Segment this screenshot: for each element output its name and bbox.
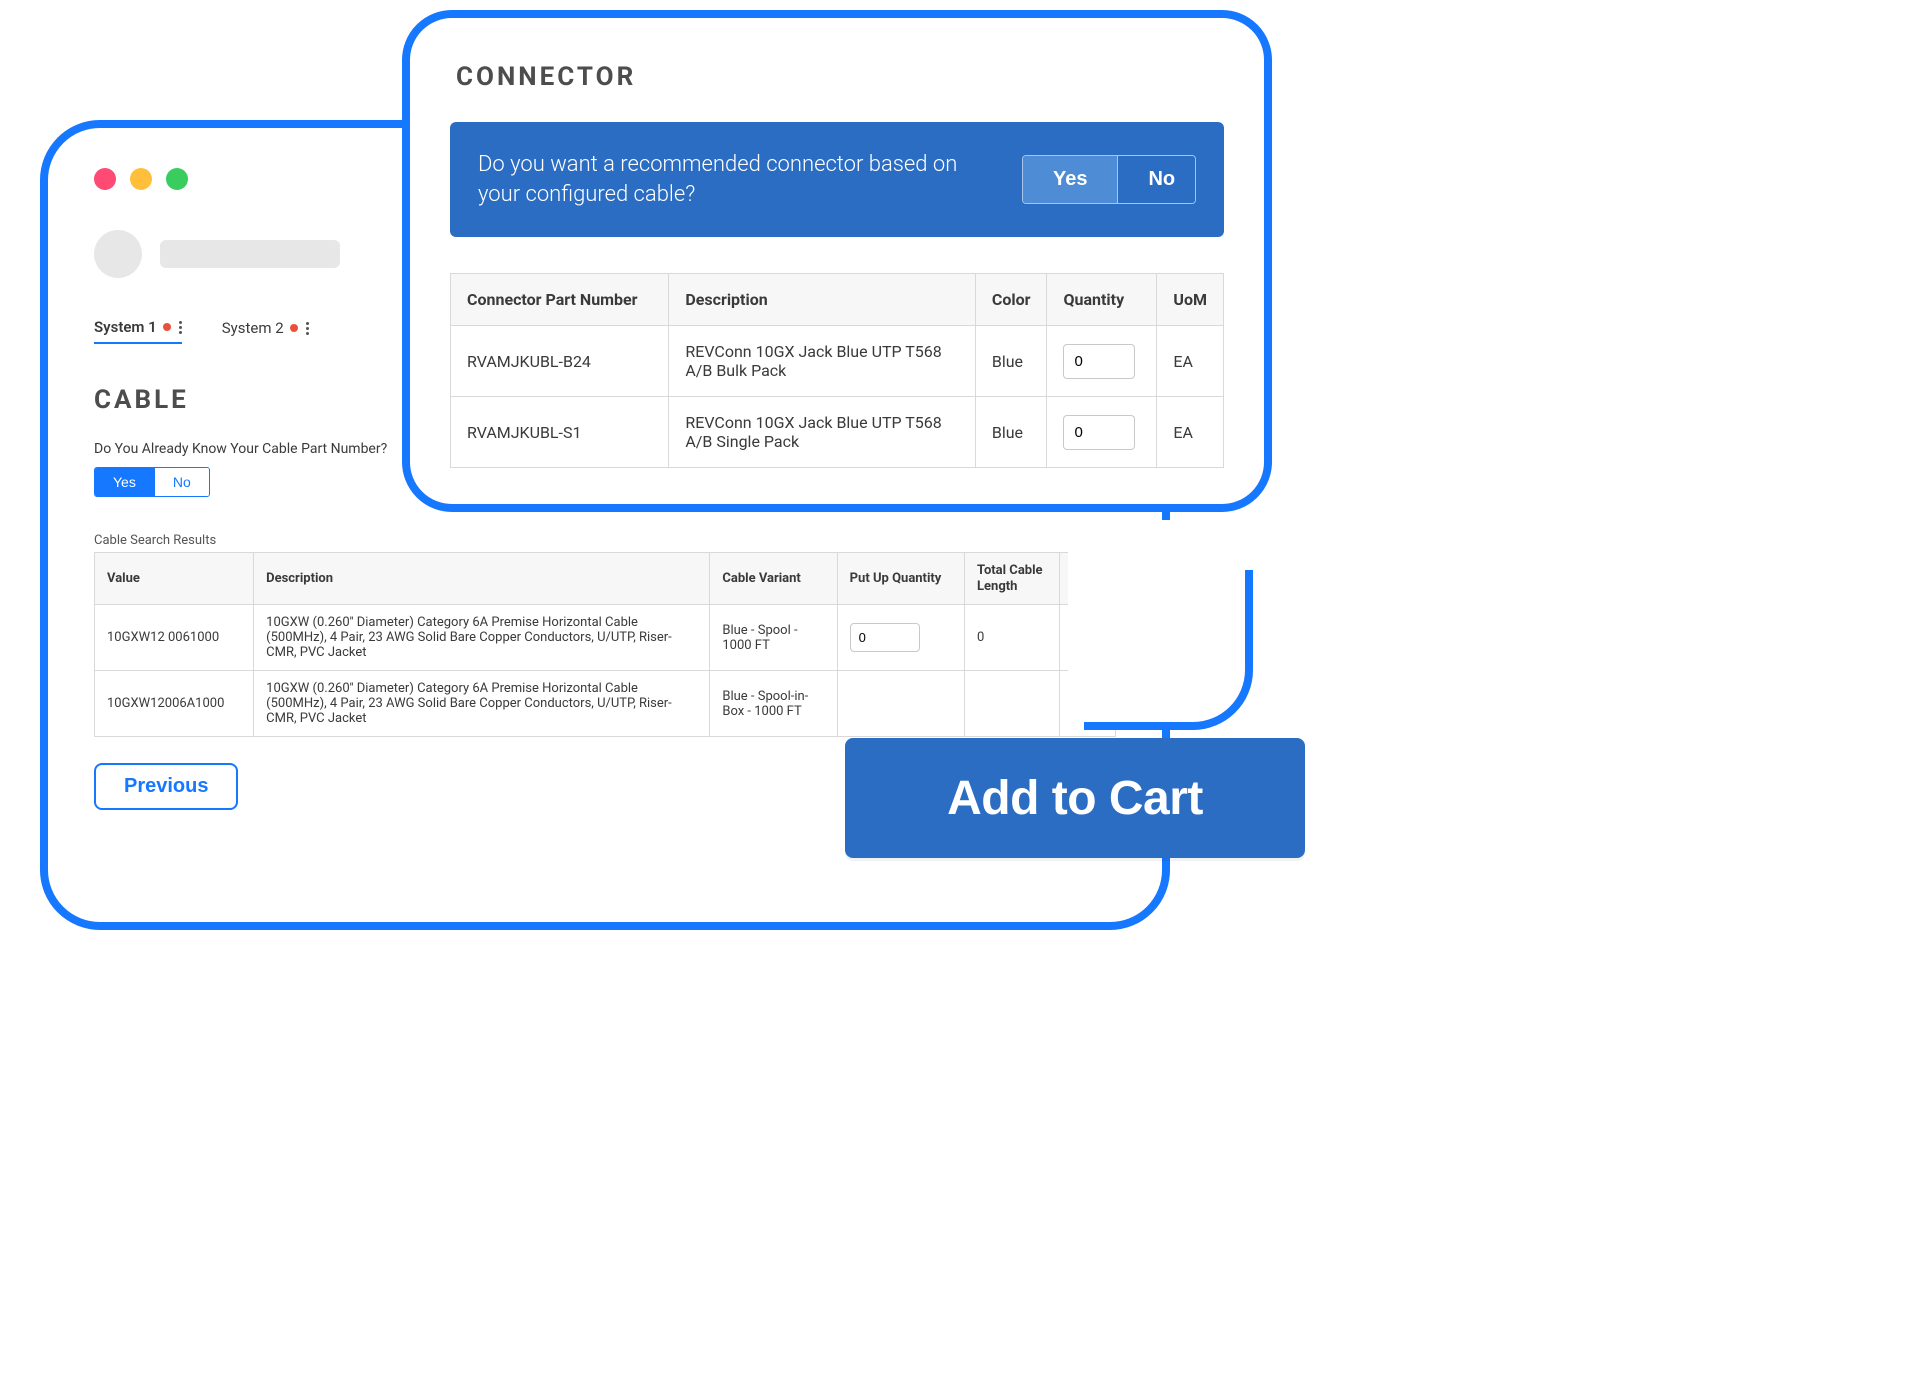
tab-system-1[interactable]: System 1	[94, 318, 182, 344]
close-window-icon[interactable]	[94, 168, 116, 190]
connector-section-heading: CONNECTOR	[456, 62, 1224, 92]
col-putup-qty: Put Up Quantity	[837, 553, 964, 605]
table-row: RVAMJKUBL-B24 REVConn 10GX Jack Blue UTP…	[451, 326, 1224, 397]
add-to-cart-button[interactable]: Add to Cart	[845, 738, 1305, 858]
table-row: RVAMJKUBL-S1 REVConn 10GX Jack Blue UTP …	[451, 397, 1224, 468]
cell-quantity	[1047, 397, 1157, 468]
cell-description: REVConn 10GX Jack Blue UTP T568 A/B Sing…	[669, 397, 976, 468]
tab-system-2[interactable]: System 2	[222, 318, 309, 344]
tab-label: System 2	[222, 319, 284, 337]
col-description: Description	[669, 274, 976, 326]
connector-panel: CONNECTOR Do you want a recommended conn…	[402, 10, 1272, 512]
previous-button[interactable]: Previous	[94, 763, 238, 810]
quantity-input[interactable]	[1063, 415, 1135, 450]
col-uom: UoM	[1157, 274, 1224, 326]
cell-description: 10GXW (0.260'' Diameter) Category 6A Pre…	[254, 605, 710, 671]
yes-button[interactable]: Yes	[95, 468, 154, 496]
table-row: 10GXW12 0061000 10GXW (0.260'' Diameter)…	[95, 605, 1116, 671]
cell-quantity	[1047, 326, 1157, 397]
table-row: 10GXW12006A1000 10GXW (0.260'' Diameter)…	[95, 671, 1116, 737]
yes-button[interactable]: Yes	[1023, 156, 1117, 203]
cell-value: 10GXW12 0061000	[95, 605, 254, 671]
kebab-menu-icon[interactable]	[306, 322, 309, 335]
kebab-menu-icon[interactable]	[179, 321, 182, 334]
col-value: Value	[95, 553, 254, 605]
recommend-connector-question: Do you want a recommended connector base…	[478, 150, 998, 209]
no-button[interactable]: No	[154, 468, 209, 496]
maximize-window-icon[interactable]	[166, 168, 188, 190]
cell-part: RVAMJKUBL-S1	[451, 397, 669, 468]
connector-results-table: Connector Part Number Description Color …	[450, 273, 1224, 468]
cell-color: Blue	[975, 326, 1047, 397]
recommend-connector-toggle: Yes No	[1022, 155, 1196, 204]
cell-color: Blue	[975, 397, 1047, 468]
title-placeholder	[160, 240, 340, 268]
cell-variant: Blue - Spool - 1000 FT	[710, 605, 837, 671]
cell-description: 10GXW (0.260'' Diameter) Category 6A Pre…	[254, 671, 710, 737]
minimize-window-icon[interactable]	[130, 168, 152, 190]
tab-label: System 1	[94, 318, 157, 336]
cell-putup-qty	[837, 605, 964, 671]
no-button[interactable]: No	[1117, 156, 1196, 203]
recommend-connector-banner: Do you want a recommended connector base…	[450, 122, 1224, 237]
cell-total-length: 0	[964, 605, 1059, 671]
col-total-length: Total Cable Length	[964, 553, 1059, 605]
avatar-placeholder-icon	[94, 230, 142, 278]
putup-qty-input[interactable]	[850, 623, 920, 652]
cable-results-table: Value Description Cable Variant Put Up Q…	[94, 552, 1116, 737]
cell-putup-qty	[837, 671, 964, 737]
cable-results-label: Cable Search Results	[94, 533, 1116, 548]
status-dot-icon	[163, 323, 171, 331]
cell-uom: EA	[1157, 397, 1224, 468]
cell-value: 10GXW12006A1000	[95, 671, 254, 737]
cell-description: REVConn 10GX Jack Blue UTP T568 A/B Bulk…	[669, 326, 976, 397]
quantity-input[interactable]	[1063, 344, 1135, 379]
cable-part-question-toggle: Yes No	[94, 467, 210, 497]
col-color: Color	[975, 274, 1047, 326]
cell-uom: EA	[1157, 326, 1224, 397]
col-description: Description	[254, 553, 710, 605]
col-quantity: Quantity	[1047, 274, 1157, 326]
tail-mask	[1068, 552, 1108, 722]
cell-part: RVAMJKUBL-B24	[451, 326, 669, 397]
col-variant: Cable Variant	[710, 553, 837, 605]
cell-total-length	[964, 671, 1059, 737]
col-part: Connector Part Number	[451, 274, 669, 326]
cell-variant: Blue - Spool-in-Box - 1000 FT	[710, 671, 837, 737]
status-dot-icon	[290, 324, 298, 332]
